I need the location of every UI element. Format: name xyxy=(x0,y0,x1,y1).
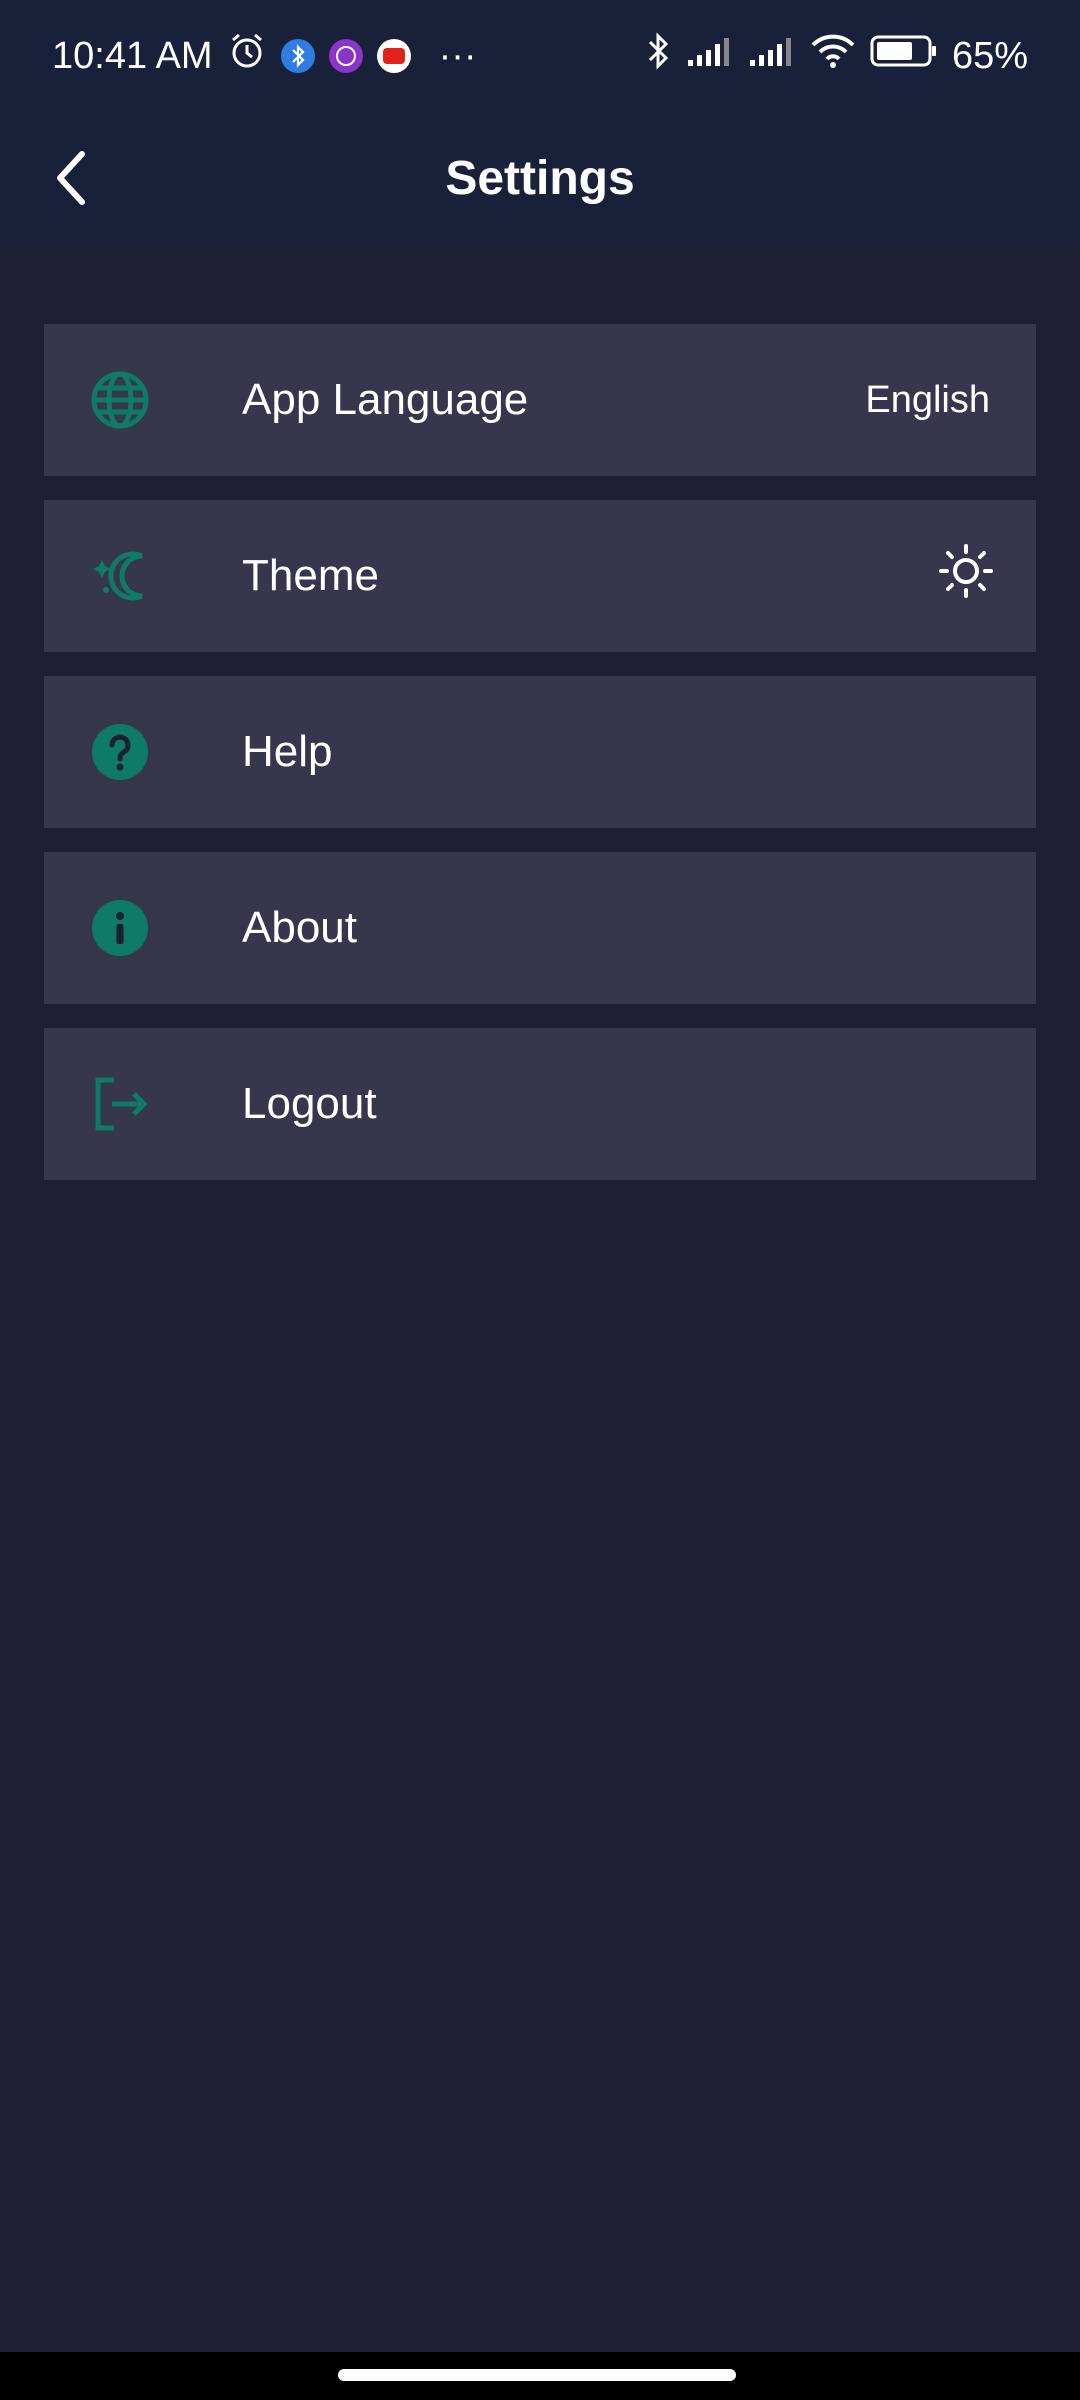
signal-icon xyxy=(686,35,734,78)
status-time: 10:41 AM xyxy=(52,34,213,77)
setting-label: App Language xyxy=(242,375,529,424)
youtube-notification-icon xyxy=(376,39,411,73)
status-bar: 10:41 AM ··· 65% xyxy=(0,0,1080,112)
setting-app-language[interactable]: App Language English xyxy=(44,324,1036,476)
wifi-icon xyxy=(810,33,856,79)
setting-label: About xyxy=(242,903,357,952)
theme-icon xyxy=(90,546,150,606)
bluetooth-notification-icon xyxy=(280,39,315,73)
signal-2-icon xyxy=(748,35,796,78)
status-right: 65% xyxy=(644,31,1028,81)
settings-list: App Language English Theme Help About Lo… xyxy=(44,324,1036,1180)
language-value: English xyxy=(865,378,990,421)
chevron-left-icon xyxy=(57,151,85,205)
setting-about[interactable]: About xyxy=(44,852,1036,1004)
sun-icon[interactable] xyxy=(938,543,994,609)
info-icon xyxy=(90,898,150,958)
setting-logout[interactable]: Logout xyxy=(44,1028,1036,1180)
setting-label: Logout xyxy=(242,1079,377,1128)
globe-icon xyxy=(90,370,150,430)
setting-label: Theme xyxy=(242,551,379,600)
setting-theme[interactable]: Theme xyxy=(44,500,1036,652)
more-notifications-icon: ··· xyxy=(438,34,477,77)
back-button[interactable] xyxy=(30,136,114,220)
alarm-icon xyxy=(227,31,267,81)
setting-help[interactable]: Help xyxy=(44,676,1036,828)
battery-icon xyxy=(870,34,938,78)
app-notification-icon xyxy=(328,39,363,73)
status-left: 10:41 AM ··· xyxy=(52,31,477,81)
home-indicator[interactable] xyxy=(338,2369,736,2381)
help-icon xyxy=(90,722,150,782)
setting-label: Help xyxy=(242,727,333,776)
page-title: Settings xyxy=(445,151,635,205)
battery-percent: 65% xyxy=(951,34,1028,77)
app-bar: Settings xyxy=(0,112,1080,244)
logout-icon xyxy=(90,1074,150,1134)
bluetooth-icon xyxy=(644,31,672,81)
